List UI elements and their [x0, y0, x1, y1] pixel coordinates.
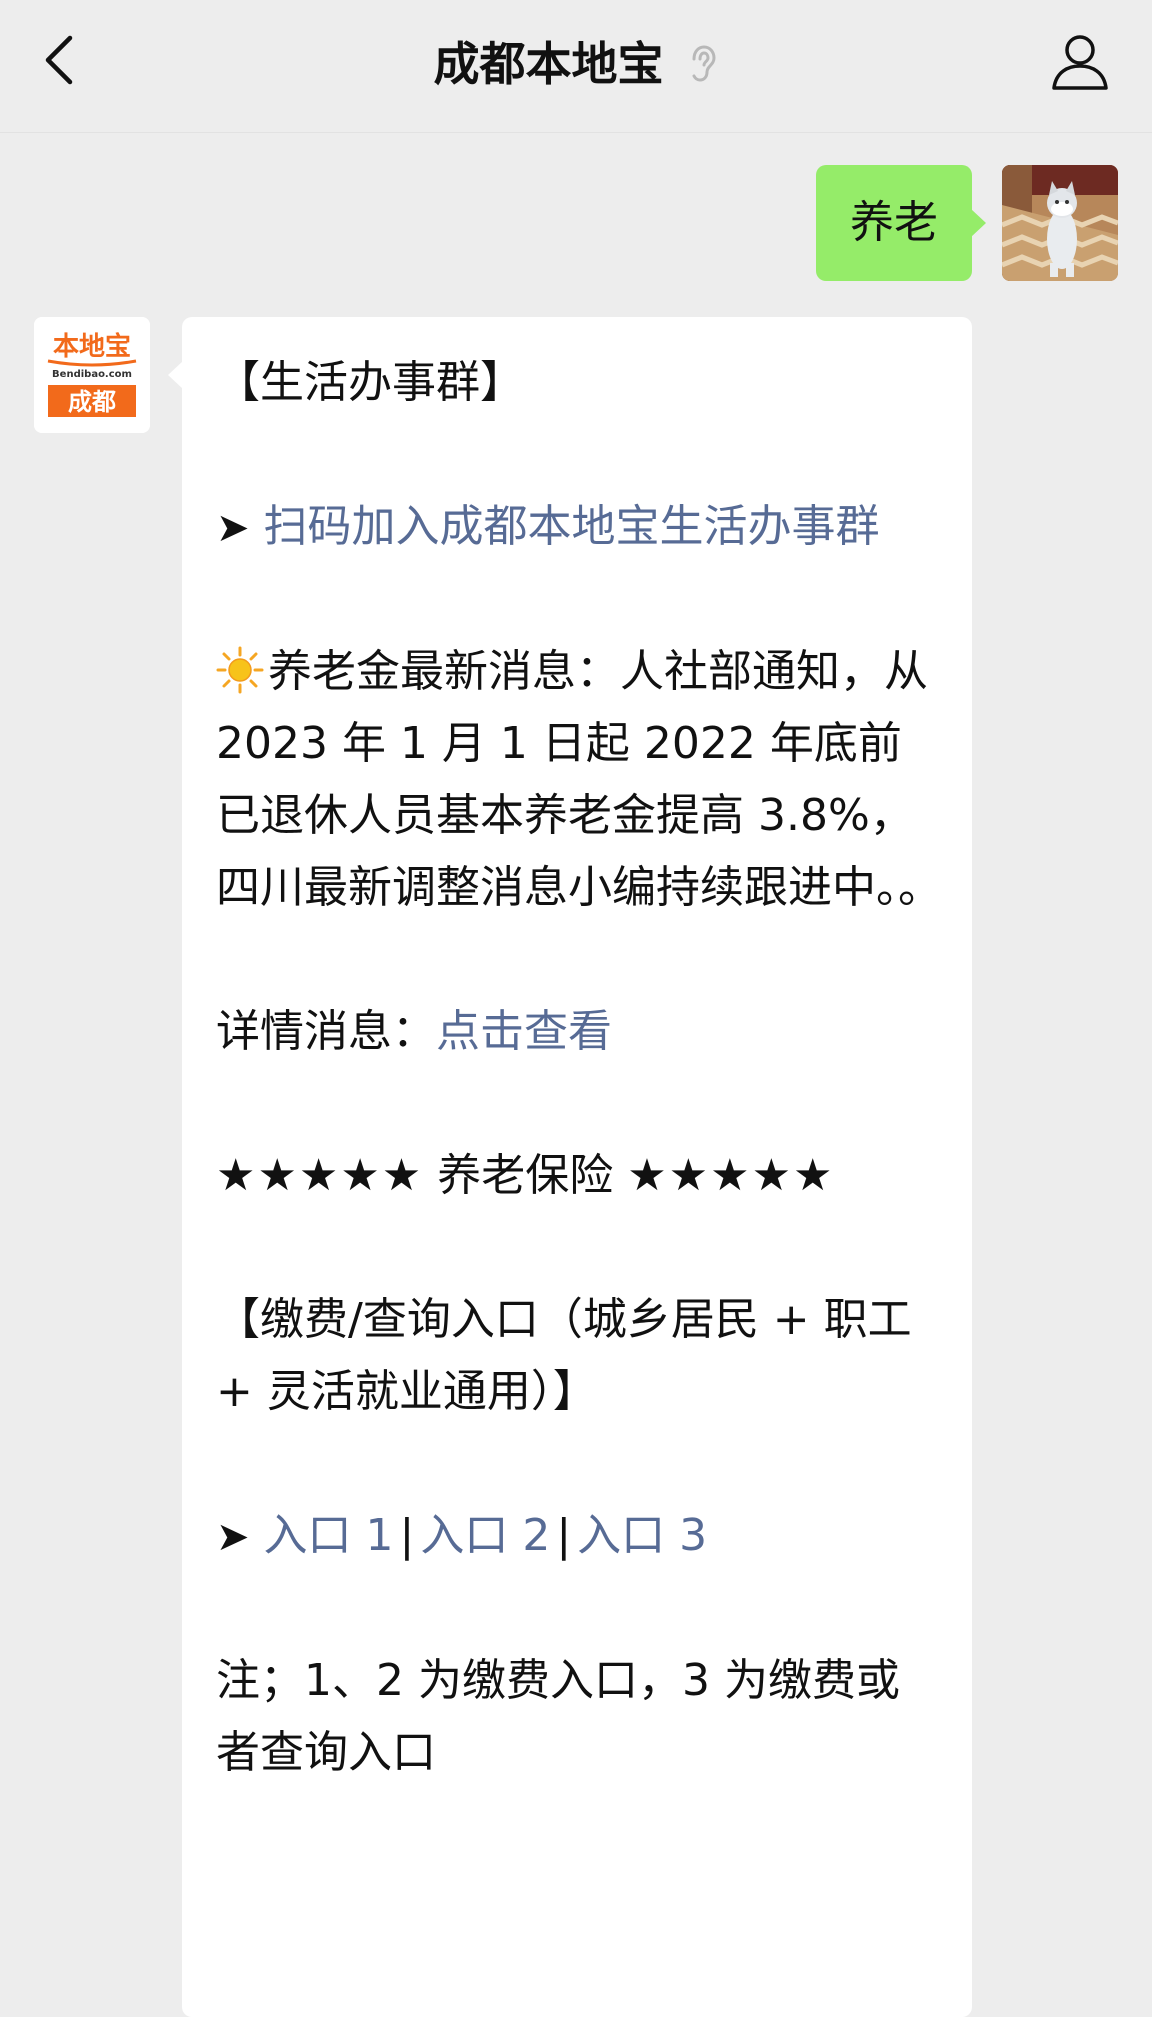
entry-title: 【缴费/查询入口（城乡居民 + 职工 + 灵活就业通用）】 [216, 1294, 912, 1417]
outgoing-message-bubble[interactable]: 养老 [816, 165, 986, 281]
entry-link-2[interactable]: 入口 2 [420, 1510, 550, 1561]
title-area: 成都本地宝 [0, 28, 1152, 98]
news-text: 养老金最新消息：人社部通知，从 2023 年 1 月 1 日起 2022 年底前… [216, 646, 942, 913]
bendibao-avatar[interactable]: 本地宝 Bendibao.com 成都 [34, 317, 150, 433]
scan-line: ➤ 扫码加入成都本地宝生活办事群 [216, 491, 942, 564]
arrow-icon: ➤ [216, 505, 250, 551]
entry-link-1[interactable]: 入口 1 [264, 1510, 394, 1561]
profile-button[interactable] [1048, 30, 1112, 94]
note-text: 注；1、2 为缴费入口，3 为缴费或者查询入口 [216, 1655, 900, 1778]
nav-bar: 成都本地宝 [0, 0, 1152, 133]
outgoing-message-text: 养老 [850, 197, 938, 248]
news-paragraph: 养老金最新消息：人社部通知，从 2023 年 1 月 1 日起 2022 年底前… [216, 636, 942, 924]
profile-icon [1052, 35, 1108, 90]
sun-icon [216, 646, 264, 694]
page-title: 成都本地宝 [433, 36, 664, 91]
separator: | [399, 1510, 415, 1561]
bendibao-logo: 本地宝 Bendibao.com 成都 [34, 317, 150, 433]
separator: | [556, 1510, 572, 1561]
detail-line: 详情消息：点击查看 [216, 996, 942, 1068]
entry-link-3[interactable]: 入口 3 [577, 1510, 707, 1561]
incoming-message-bubble: 【生活办事群】 ➤扫码加入成都本地宝生活办事群 养老金最新消息：人社部通知，从 [168, 317, 972, 2017]
entry-links-line: ➤ 入口 1 | 入口 2 | 入口 3 [216, 1500, 942, 1573]
svg-text:Bendibao.com: Bendibao.com [52, 369, 132, 380]
user-avatar-image [1002, 165, 1118, 281]
svg-text:本地宝: 本地宝 [53, 331, 131, 362]
section-title: 养老保险 [437, 1150, 614, 1201]
detail-link[interactable]: 点击查看 [436, 1006, 612, 1057]
arrow-icon: ➤ [216, 1514, 250, 1560]
chat-area[interactable]: 养老 本地宝 Bendibao.com 成都 【生活办事群】 ➤ 扫码加入成都本… [0, 133, 1152, 2017]
scan-qr-link[interactable]: 扫码加入成都本地宝生活办事群 [264, 501, 880, 552]
stars-left: ★★★★★ [216, 1150, 424, 1201]
svg-text:成都: 成都 [68, 388, 116, 416]
stars-right: ★★★★★ [627, 1150, 835, 1201]
group-title: 【生活办事群】 [216, 357, 524, 408]
ear-icon [692, 44, 716, 82]
section-heading: ★★★★★ 养老保险 ★★★★★ [216, 1140, 942, 1212]
user-avatar[interactable] [1002, 165, 1118, 281]
detail-label: 详情消息： [216, 1006, 436, 1057]
